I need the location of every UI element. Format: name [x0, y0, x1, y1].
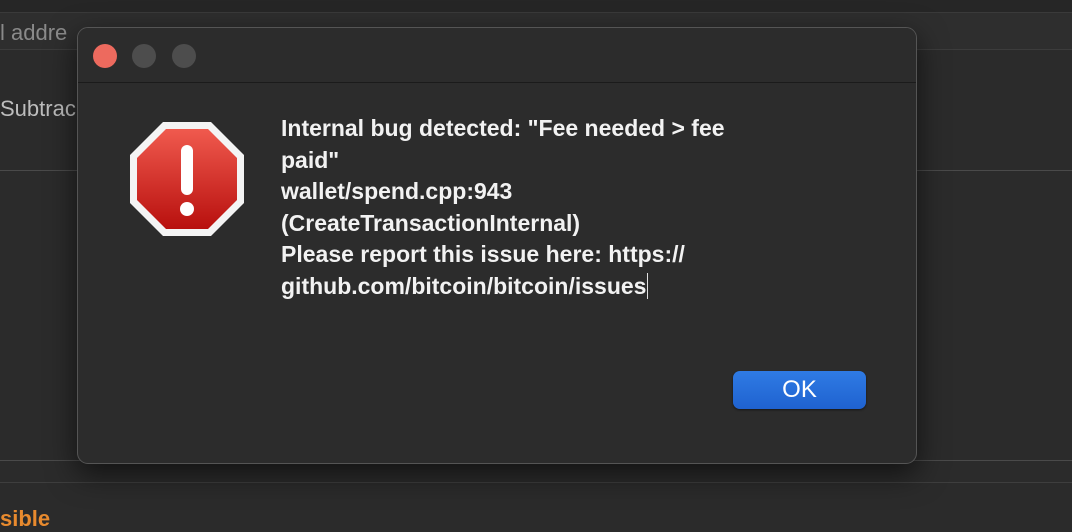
stop-alert-icon	[128, 120, 246, 238]
close-window-button[interactable]	[93, 44, 117, 68]
background-window-top	[0, 0, 1072, 13]
zoom-window-button	[172, 44, 196, 68]
message-line: Internal bug detected: "Fee needed > fee	[281, 115, 725, 141]
message-line: (CreateTransactionInternal)	[281, 209, 581, 236]
message-line: github.com/bitcoin/bitcoin/issues	[281, 272, 647, 299]
ok-button[interactable]: OK	[733, 371, 866, 409]
dialog-titlebar	[78, 28, 916, 83]
background-subtract-label: Subtrac	[0, 96, 76, 121]
error-dialog: Internal bug detected: "Fee needed > fee…	[77, 27, 917, 464]
background-divider	[0, 482, 1072, 483]
text-caret	[647, 272, 649, 299]
background-address-field-text: l addre	[0, 20, 68, 45]
message-line: paid"	[281, 146, 340, 173]
background-warning-text: sible	[0, 506, 51, 531]
error-message: Internal bug detected: "Fee needed > fee…	[281, 113, 841, 302]
message-line: wallet/spend.cpp:943	[281, 178, 513, 204]
message-line: Please report this issue here: https://	[281, 241, 685, 267]
minimize-window-button	[132, 44, 156, 68]
